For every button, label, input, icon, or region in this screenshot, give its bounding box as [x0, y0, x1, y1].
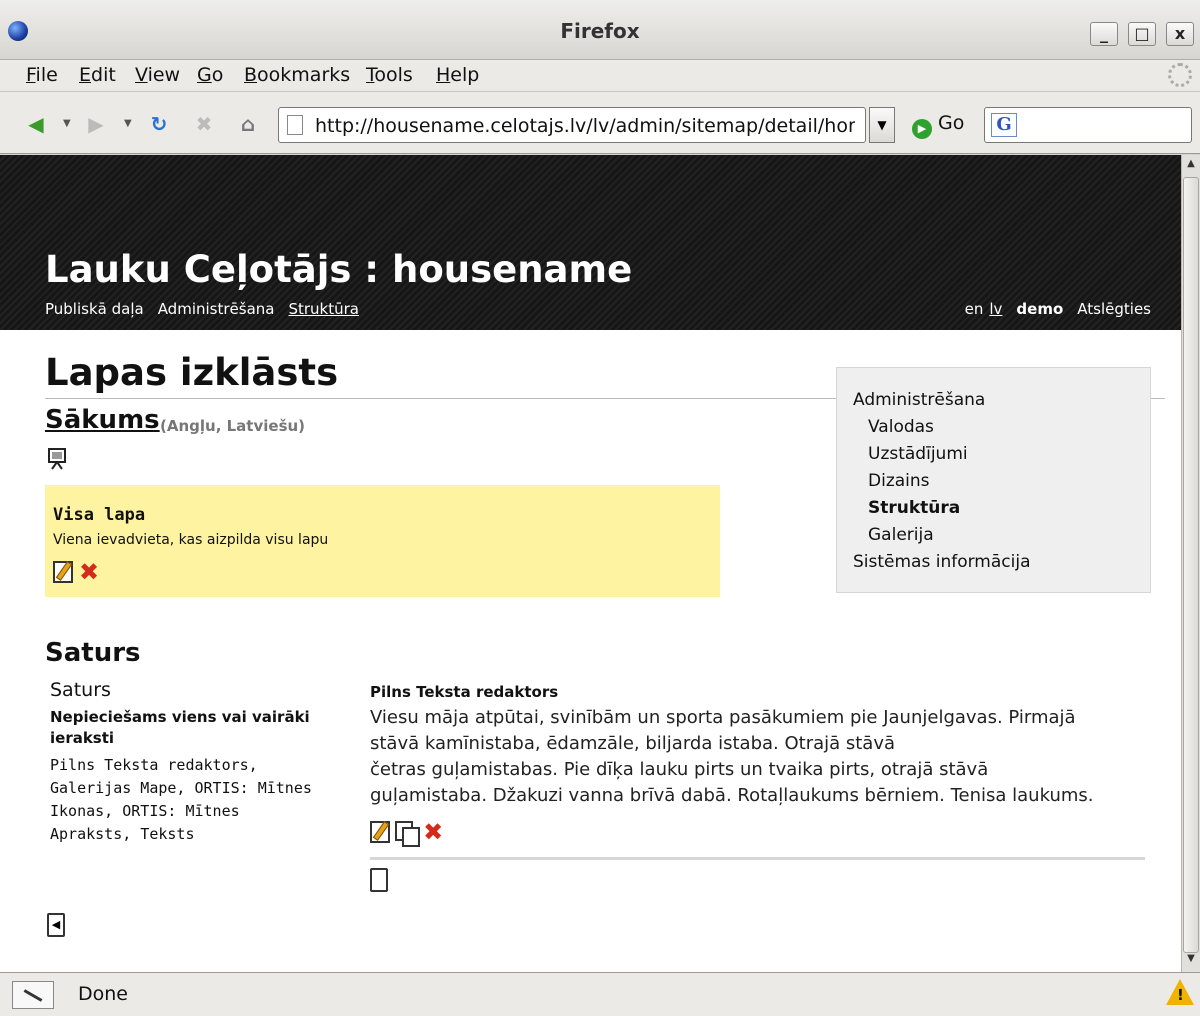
status-text: Done [78, 983, 128, 1005]
scroll-up-icon[interactable]: ▲ [1184, 158, 1198, 174]
layout-block: Visa lapa Viena ievadvieta, kas aizpilda… [45, 485, 720, 597]
lang-en-link[interactable]: en [965, 300, 984, 318]
content-entry: Pilns Teksta redaktors Viesu māja atpūta… [370, 683, 1150, 892]
home-icon[interactable]: ⌂ [236, 112, 260, 136]
side-menu-item-administresana[interactable]: Administrēšana [853, 390, 985, 410]
entry-text-line: guļamistaba. Džakuzi vanna brīvā dabā. R… [370, 785, 1094, 806]
minimize-button[interactable]: _ [1090, 22, 1118, 46]
search-engine-icon[interactable]: G [991, 113, 1017, 137]
search-input[interactable]: G [984, 107, 1192, 143]
entry-text: Viesu māja atpūtai, svinībām un sporta p… [370, 705, 1140, 809]
navigation-toolbar: ◀ ▼ ▶ ▼ ↻ ✖ ⌂ http://housename.celotajs.… [0, 92, 1200, 154]
scrollbar-thumb[interactable] [1183, 177, 1199, 953]
edit-icon[interactable] [370, 821, 390, 843]
back-dropdown-icon[interactable]: ▼ [63, 118, 71, 129]
site-title: Lauku Ceļotājs : housename [45, 248, 633, 291]
side-menu-item-galerija[interactable]: Galerija [868, 525, 934, 545]
side-menu-item-uzstadijumi[interactable]: Uzstādījumi [868, 444, 968, 464]
go-arrow-icon: ▶ [912, 119, 932, 139]
copy-icon[interactable] [395, 821, 421, 847]
menu-tools[interactable]: Tools [366, 64, 413, 86]
new-document-icon[interactable] [370, 868, 388, 892]
entry-text-line: stāvā kamīnistaba, ēdamzāle, biljarda is… [370, 733, 896, 754]
forward-dropdown-icon[interactable]: ▼ [124, 118, 132, 129]
placeholder-title: Saturs [50, 679, 111, 701]
menu-view[interactable]: View [135, 64, 180, 86]
side-menu-item-dizains[interactable]: Dizains [868, 471, 930, 491]
back-arrow-icon[interactable]: ◀ [24, 112, 48, 136]
menu-bar: File Edit View Go Bookmarks Tools Help [0, 60, 1200, 92]
window-title: Firefox [560, 19, 640, 43]
edit-icon[interactable] [53, 561, 73, 583]
window-titlebar: Firefox _ □ x [0, 0, 1200, 60]
delete-icon[interactable]: ✖ [422, 820, 444, 844]
address-url[interactable]: http://housename.celotajs.lv/lv/admin/si… [315, 115, 855, 137]
page-icon [287, 115, 303, 135]
warning-icon[interactable] [1166, 979, 1194, 1005]
go-button[interactable]: ▶ Go [912, 112, 964, 139]
username: demo [1016, 300, 1064, 318]
side-menu-item-sistemas-informacija[interactable]: Sistēmas informācija [853, 552, 1031, 572]
nav-administration[interactable]: Administrēšana [158, 300, 275, 318]
menu-file[interactable]: File [26, 64, 58, 86]
menu-edit[interactable]: Edit [79, 64, 116, 86]
admin-side-menu: Administrēšana Valodas Uzstādījumi Dizai… [836, 367, 1151, 593]
status-bar: Done [0, 972, 1200, 1016]
placeholder-requirement: Nepieciešams viens vai vairāki ieraksti [50, 708, 310, 747]
nav-public-part[interactable]: Publiskā daļa [45, 300, 144, 318]
side-menu-item-struktura[interactable]: Struktūra [868, 498, 960, 518]
site-header: Lauku Ceļotājs : housename Publiskā daļa… [0, 155, 1181, 330]
logout-link[interactable]: Atslēgties [1077, 300, 1151, 318]
content-heading: Saturs [45, 638, 141, 668]
lang-lv-link[interactable]: lv [989, 300, 1002, 318]
vertical-scrollbar[interactable]: ▲ ▼ [1181, 155, 1200, 972]
entry-divider [370, 857, 1145, 860]
maximize-button[interactable]: □ [1128, 22, 1156, 46]
site-nav: Publiskā daļa Administrēšana Struktūra [45, 300, 373, 318]
activity-throbber-icon [1168, 63, 1192, 87]
layout-block-actions: ✖ [53, 560, 100, 584]
layout-block-title: Visa lapa [53, 505, 146, 525]
entry-text-line: četras guļamistabas. Pie dīķa lauku pirt… [370, 759, 989, 780]
page-viewport: Lauku Ceļotājs : housename Publiskā daļa… [0, 155, 1181, 972]
layout-template-icon[interactable] [47, 448, 67, 470]
page-title: Lapas izklāsts [45, 351, 339, 394]
address-dropdown-icon[interactable]: ▼ [869, 107, 895, 143]
placeholder-allowed-types: Pilns Teksta redaktors, Galerijas Mape, … [50, 756, 312, 843]
address-bar[interactable]: http://housename.celotajs.lv/lv/admin/si… [278, 107, 866, 143]
entry-text-line: Viesu māja atpūtai, svinībām un sporta p… [370, 707, 1076, 728]
menu-go[interactable]: Go [197, 64, 223, 86]
stop-icon[interactable]: ✖ [192, 112, 216, 136]
delete-icon[interactable]: ✖ [78, 560, 100, 584]
scroll-down-icon[interactable]: ▼ [1184, 953, 1198, 969]
add-entry-icon[interactable]: ◀ [47, 913, 65, 937]
nav-structure[interactable]: Struktūra [288, 300, 359, 318]
page-languages: (Angļu, Latviešu) [160, 417, 306, 435]
menu-help[interactable]: Help [436, 64, 479, 86]
layout-block-description: Viena ievadvieta, kas aizpilda visu lapu [53, 532, 329, 548]
forward-arrow-icon[interactable]: ▶ [84, 112, 108, 136]
close-button[interactable]: x [1166, 22, 1194, 46]
reload-icon[interactable]: ↻ [147, 112, 171, 136]
connection-status-icon[interactable] [12, 981, 54, 1009]
menu-bookmarks[interactable]: Bookmarks [244, 64, 350, 86]
user-nav: en lv demo Atslēgties [951, 300, 1151, 318]
page-link-sakums[interactable]: Sākums [45, 405, 160, 435]
entry-type: Pilns Teksta redaktors [370, 683, 559, 701]
side-menu-item-valodas[interactable]: Valodas [868, 417, 934, 437]
placeholder-info: Saturs Nepieciešams viens vai vairāki ie… [50, 679, 350, 846]
entry-actions: ✖ [370, 820, 1150, 847]
